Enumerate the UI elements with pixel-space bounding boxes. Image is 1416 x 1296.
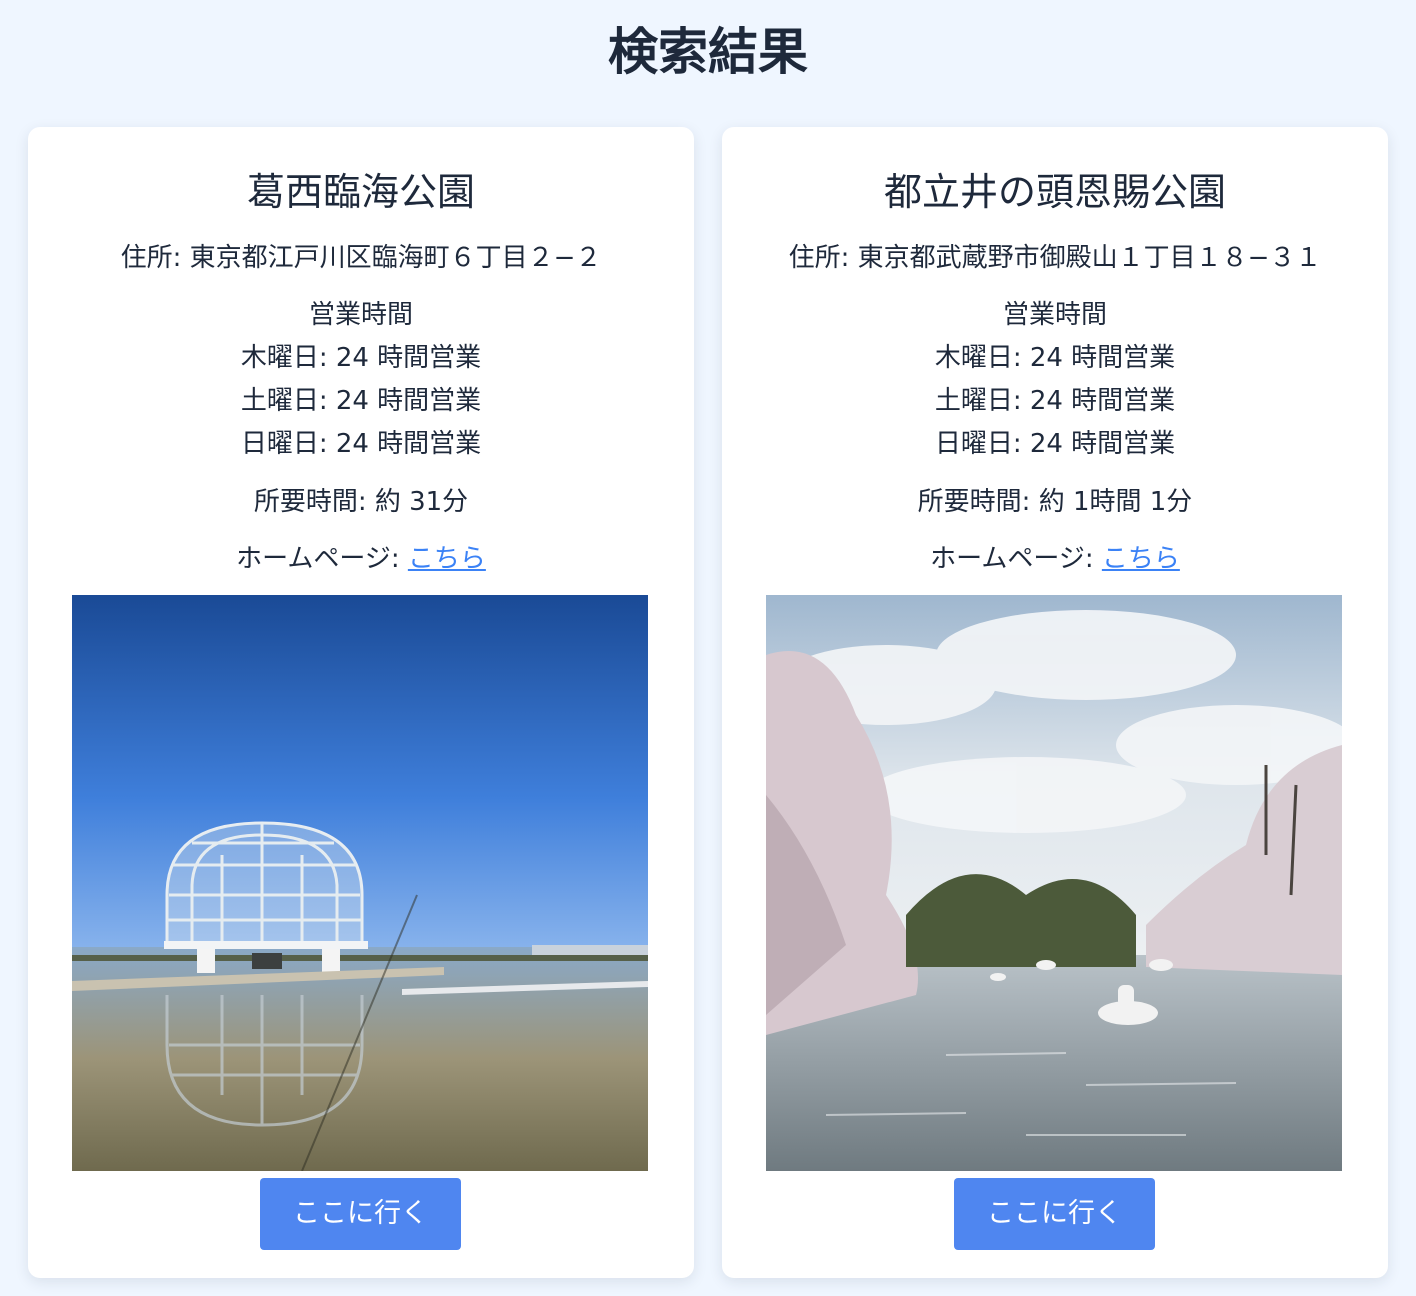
homepage-line: ホームページ: こちら bbox=[722, 541, 1388, 577]
park-address: 住所: 東京都江戸川区臨海町６丁目２−２ bbox=[120, 243, 602, 273]
park-address: 住所: 東京都武蔵野市御殿山１丁目１８−３１ bbox=[788, 243, 1322, 273]
homepage-line: ホームページ: こちら bbox=[28, 541, 694, 577]
park-name: 都立井の頭恩賜公園 bbox=[883, 170, 1226, 214]
hours-heading: 営業時間 bbox=[308, 300, 413, 330]
travel-time: 所要時間: 約 31分 bbox=[253, 487, 469, 517]
hours-row-sunday: 日曜日: 24 時間営業 bbox=[934, 429, 1176, 459]
homepage-label: ホームページ: bbox=[930, 544, 1102, 574]
park-name: 葛西臨海公園 bbox=[246, 170, 475, 214]
travel-time: 所要時間: 約 1時間 1分 bbox=[917, 487, 1193, 517]
hours-row-thursday: 木曜日: 24 時間営業 bbox=[240, 343, 482, 373]
hours-row-thursday: 木曜日: 24 時間営業 bbox=[934, 343, 1176, 373]
hours-row-sunday: 日曜日: 24 時間営業 bbox=[240, 429, 482, 459]
hours-row-saturday: 土曜日: 24 時間営業 bbox=[240, 386, 482, 416]
page-title: 検索結果 bbox=[608, 23, 808, 81]
hours-heading: 営業時間 bbox=[1002, 300, 1107, 330]
result-card: 葛西臨海公園 住所: 東京都江戸川区臨海町６丁目２−２ 営業時間 木曜日: 24… bbox=[28, 127, 694, 1278]
homepage-label: ホームページ: bbox=[236, 544, 408, 574]
go-here-button[interactable]: ここに行く bbox=[260, 1178, 461, 1250]
result-card: 都立井の頭恩賜公園 住所: 東京都武蔵野市御殿山１丁目１８−３１ 営業時間 木曜… bbox=[722, 127, 1388, 1278]
hours-row-saturday: 土曜日: 24 時間営業 bbox=[934, 386, 1176, 416]
go-here-button[interactable]: ここに行く bbox=[954, 1178, 1155, 1250]
park-photo-pond bbox=[766, 595, 1342, 1171]
homepage-link[interactable]: こちら bbox=[408, 544, 486, 574]
park-photo-greenhouse bbox=[72, 595, 648, 1171]
homepage-link[interactable]: こちら bbox=[1102, 544, 1180, 574]
